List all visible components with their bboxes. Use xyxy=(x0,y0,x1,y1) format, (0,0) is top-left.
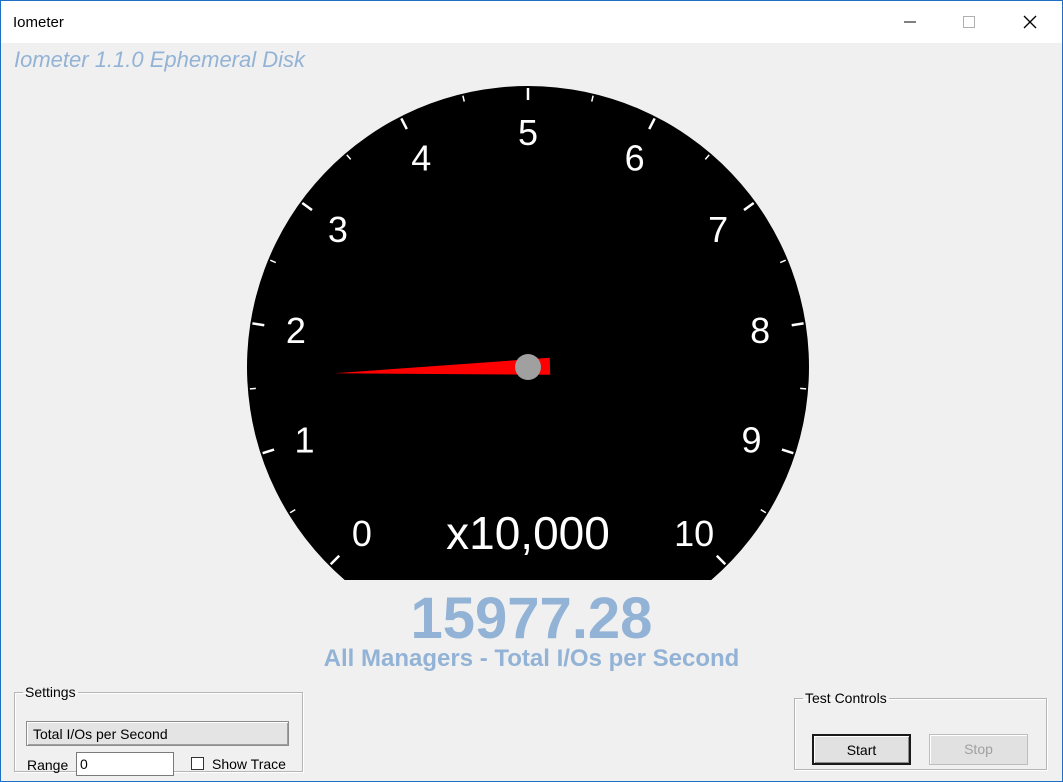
gauge-multiplier-label: x10,000 xyxy=(446,507,610,559)
gauge-scale-label: 3 xyxy=(328,209,348,250)
gauge-hub xyxy=(515,354,541,380)
gauge-scale-label: 9 xyxy=(741,420,761,461)
gauge-scale-label: 10 xyxy=(674,513,714,554)
gauge-dial xyxy=(246,86,809,580)
test-controls-legend: Test Controls xyxy=(805,690,887,706)
gauge-scale-label: 2 xyxy=(286,310,306,351)
range-label: Range xyxy=(27,757,69,773)
gauge-scale-label: 0 xyxy=(352,513,372,554)
readout-label: All Managers - Total I/Os per Second xyxy=(323,645,740,672)
stop-button[interactable]: Stop xyxy=(929,734,1028,765)
start-button[interactable]: Start xyxy=(812,734,911,765)
show-trace-checkbox[interactable] xyxy=(191,757,204,770)
gauge-scale-label: 4 xyxy=(411,138,431,179)
gauge-scale-label: 7 xyxy=(708,209,728,250)
gauge-scale-label: 6 xyxy=(625,138,645,179)
metric-select[interactable]: Total I/Os per Second xyxy=(26,721,289,746)
range-input[interactable]: 0 xyxy=(76,752,174,776)
gauge-scale-label: 5 xyxy=(518,112,538,153)
gauge-scale-label: 8 xyxy=(750,310,770,351)
show-trace-label[interactable]: Show Trace xyxy=(212,756,286,772)
gauge-scale-label: 1 xyxy=(294,420,314,461)
settings-legend: Settings xyxy=(25,684,76,700)
speedometer-gauge: 0 1 2 3 4 5 6 7 8 9 10 x10,000 xyxy=(246,86,809,580)
test-controls-group: Test Controls Start Stop xyxy=(794,690,1047,770)
readout-value: 15977.28 xyxy=(410,586,653,651)
settings-group: Settings Total I/Os per Second Range 0 S… xyxy=(14,684,303,776)
